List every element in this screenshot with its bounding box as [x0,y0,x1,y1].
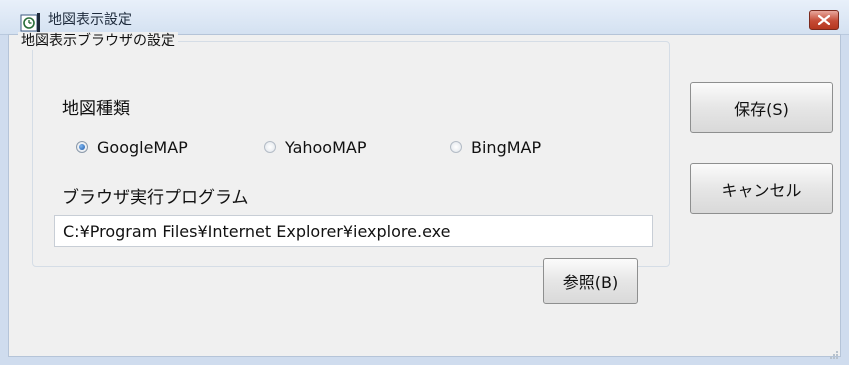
browser-path-field[interactable] [54,215,653,247]
save-button[interactable]: 保存(S) [690,82,833,133]
radio-label: BingMAP [471,137,542,157]
cancel-button[interactable]: キャンセル [690,163,833,214]
radio-indicator [264,141,276,153]
browse-button[interactable]: 参照(B) [543,258,638,304]
dialog-window: 地図表示設定 地図表示ブラウザの設定 地図種類 GoogleMAP YahooM… [0,0,849,365]
browser-program-label: ブラウザ実行プログラム [62,188,249,208]
radio-label: YahooMAP [285,137,367,157]
radio-googlemap[interactable]: GoogleMAP [76,136,188,158]
close-button[interactable] [809,10,839,30]
radio-indicator [76,141,88,153]
clock-settings-icon [20,12,42,34]
radio-yahoomap[interactable]: YahooMAP [264,136,367,158]
radio-indicator [450,141,462,153]
window-title: 地図表示設定 [48,12,132,28]
map-type-label: 地図種類 [62,99,130,119]
radio-bingmap[interactable]: BingMAP [450,136,541,158]
radio-label: GoogleMAP [97,137,188,157]
resize-grip-icon[interactable] [829,345,839,359]
title-bar[interactable]: 地図表示設定 [0,0,849,35]
group-legend: 地図表示ブラウザの設定 [18,32,178,50]
